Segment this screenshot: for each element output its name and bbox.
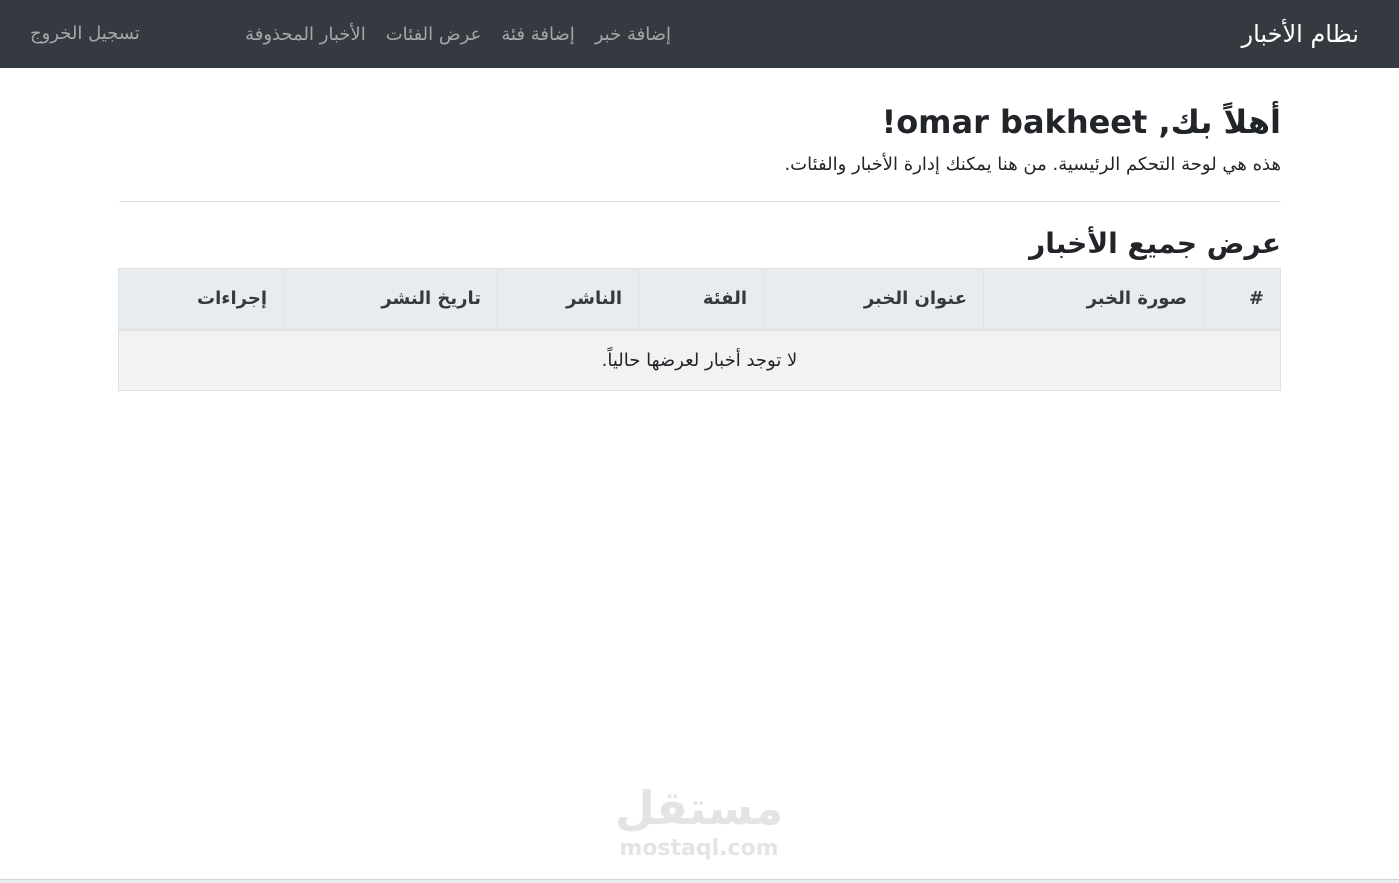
main-content: أهلاً بك, omar bakheet! هذه هي لوحة التح… (118, 68, 1281, 391)
mostaql-watermark: مستقل mostaql.com (612, 780, 786, 862)
welcome-title: أهلاً بك, omar bakheet! (881, 103, 1281, 141)
news-section-title: عرض جميع الأخبار (1029, 227, 1281, 260)
table-header-row: # صورة الخبر عنوان الخبر الفئة الناشر تا… (118, 268, 1281, 331)
page-bottom-edge (0, 879, 1399, 883)
top-navbar: نظام الأخبار إضافة خبر إضافة فئة عرض الف… (0, 0, 1399, 68)
column-header-publish-date: تاريخ النشر (283, 268, 498, 331)
navbar-brand[interactable]: نظام الأخبار (1241, 0, 1359, 68)
nav-link-deleted-news[interactable]: الأخبار المحذوفة (245, 24, 366, 45)
column-header-image: صورة الخبر (983, 268, 1204, 331)
nav-link-view-categories[interactable]: عرض الفئات (386, 24, 482, 45)
nav-link-add-news[interactable]: إضافة خبر (595, 24, 671, 45)
divider (119, 201, 1281, 202)
column-header-category: الفئة (638, 268, 764, 331)
column-header-title: عنوان الخبر (763, 268, 984, 331)
table-row: لا توجد أخبار لعرضها حالياً. (118, 329, 1281, 391)
logout-link[interactable]: تسجيل الخروج (30, 0, 140, 68)
column-header-publisher: الناشر (497, 268, 639, 331)
watermark-arabic: مستقل (614, 781, 784, 835)
column-header-actions: إجراءات (118, 268, 284, 331)
watermark-latin: mostaql.com (619, 836, 779, 861)
welcome-text: هذه هي لوحة التحكم الرئيسية. من هنا يمكن… (784, 154, 1281, 175)
column-header-index: # (1203, 268, 1281, 331)
news-table: # صورة الخبر عنوان الخبر الفئة الناشر تا… (118, 268, 1281, 391)
empty-table-message: لا توجد أخبار لعرضها حالياً. (118, 329, 1281, 391)
nav-links: إضافة خبر إضافة فئة عرض الفئات الأخبار ا… (245, 0, 671, 68)
nav-link-add-category[interactable]: إضافة فئة (501, 24, 574, 45)
